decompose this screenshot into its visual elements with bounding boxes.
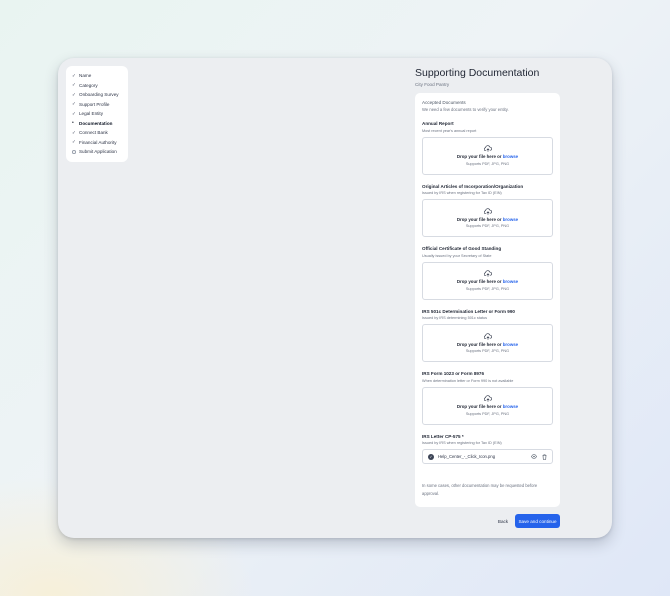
document-description: Most recent year's annual report xyxy=(422,128,477,133)
accepted-documents-description: We need a few documents to verify your e… xyxy=(422,107,509,112)
check-icon: ✓ xyxy=(72,110,76,116)
accepted-documents-heading: Accepted Documents xyxy=(422,100,466,105)
step-onboarding-survey[interactable]: ✓ Onboarding Survey xyxy=(72,90,122,100)
save-and-continue-button[interactable]: Save and continue xyxy=(515,514,560,528)
dropzone-prompt: Drop your file here or xyxy=(456,216,502,222)
step-label: Onboarding Survey xyxy=(79,92,119,98)
step-label: Connect Bank xyxy=(79,130,108,136)
eye-icon[interactable] xyxy=(531,454,537,459)
browse-link[interactable]: browse xyxy=(503,342,518,347)
check-icon: ✓ xyxy=(72,129,76,135)
supported-formats: Supports PDF, JPG, PNG xyxy=(465,224,510,229)
trash-icon[interactable] xyxy=(542,453,547,460)
document-description: Usually issued by your Secretary of Stat… xyxy=(422,253,492,258)
onboarding-steps: ✓ Name ✓ Category ✓ Onboarding Survey ✓ … xyxy=(66,66,128,162)
document-description: When determination letter or Form 990 is… xyxy=(422,378,514,383)
file-dropzone[interactable]: Drop your file here or browse Supports P… xyxy=(422,386,553,425)
browse-link[interactable]: browse xyxy=(503,404,518,409)
document-title: Official Certificate of Good Standing xyxy=(422,246,502,251)
back-button[interactable]: Back xyxy=(495,515,511,527)
step-support-profile[interactable]: ✓ Support Profile xyxy=(72,100,122,110)
step-label: Legal Entity xyxy=(79,111,104,117)
document-title: IRS Letter CP-575 * xyxy=(422,433,464,439)
current-dot-icon: • xyxy=(72,119,74,126)
uploaded-file-name: Help_Center_-_Click_Icon.png xyxy=(438,454,496,459)
document-section: Original Articles of Incorporation/Organ… xyxy=(422,183,553,237)
document-description: Issued by IRS when registering for Tax I… xyxy=(422,191,502,195)
document-section: Annual Report Most recent year's annual … xyxy=(422,121,553,175)
step-label: Documentation xyxy=(79,120,113,126)
check-circle-icon: ✓ xyxy=(428,453,434,460)
dropzone-prompt: Drop your file here or xyxy=(456,279,502,285)
file-dropzone[interactable]: Drop your file here or browse Supports P… xyxy=(422,199,553,237)
file-dropzone[interactable]: Drop your file here or browse Supports P… xyxy=(422,136,553,175)
supported-formats: Supports PDF, JPG, PNG xyxy=(465,411,510,416)
upload-cloud-icon xyxy=(483,270,492,278)
page-title: Supporting Documentation xyxy=(415,67,540,79)
step-legal-entity[interactable]: ✓ Legal Entity xyxy=(72,109,122,119)
browse-link[interactable]: browse xyxy=(503,154,518,159)
step-name[interactable]: ✓ Name xyxy=(72,71,122,81)
document-title: IRS 501c Determination Letter or Form 99… xyxy=(422,308,515,314)
step-label: Submit Application xyxy=(78,149,117,155)
supported-formats: Supports PDF, JPG, PNG xyxy=(465,161,510,166)
document-section: IRS Form 1023 or Form 8976 When determin… xyxy=(422,371,553,425)
check-icon: ✓ xyxy=(72,82,76,87)
dropzone-text: Drop your file here or browse xyxy=(457,342,518,347)
check-icon: ✓ xyxy=(72,139,76,144)
upload-cloud-icon xyxy=(483,145,492,153)
check-icon: ✓ xyxy=(72,91,76,97)
upload-cloud-icon xyxy=(483,208,492,215)
uploaded-file-row: ✓ Help_Center_-_Click_Icon.png xyxy=(422,449,553,464)
check-icon: ✓ xyxy=(72,101,76,106)
dropzone-prompt: Drop your file here or xyxy=(456,341,502,347)
browse-link[interactable]: browse xyxy=(503,217,518,222)
documents-card: Accepted Documents We need a few documen… xyxy=(415,93,560,507)
dropzone-prompt: Drop your file here or xyxy=(456,404,502,410)
document-description: Issued by IRS when registering for Tax I… xyxy=(422,441,502,445)
dropzone-prompt: Drop your file here or xyxy=(456,154,502,160)
step-label: Financial Authority xyxy=(79,139,117,145)
step-label: Support Profile xyxy=(79,101,110,107)
empty-circle-icon xyxy=(72,149,76,154)
dropzone-text: Drop your file here or browse xyxy=(457,154,518,159)
dropzone-text: Drop your file here or browse xyxy=(457,404,518,409)
step-label: Name xyxy=(79,73,92,79)
step-documentation[interactable]: • Documentation xyxy=(72,119,122,129)
supported-formats: Supports PDF, JPG, PNG xyxy=(465,349,510,354)
document-section: IRS 501c Determination Letter or Form 99… xyxy=(422,308,553,362)
file-dropzone[interactable]: Drop your file here or browse Supports P… xyxy=(422,261,553,300)
document-description: Issued by IRS determining 501c status xyxy=(422,316,488,320)
upload-cloud-icon xyxy=(483,333,492,340)
step-financial-authority[interactable]: ✓ Financial Authority xyxy=(72,138,122,148)
step-submit-application[interactable]: Submit Application xyxy=(72,147,122,157)
document-title: Original Articles of Incorporation/Organ… xyxy=(422,183,524,189)
page-subtitle: City Food Pantry xyxy=(415,82,450,87)
supported-formats: Supports PDF, JPG, PNG xyxy=(465,286,510,291)
document-title: Annual Report xyxy=(422,121,454,126)
browse-link[interactable]: browse xyxy=(503,279,518,284)
file-dropzone[interactable]: Drop your file here or browse Supports P… xyxy=(422,324,553,362)
upload-cloud-icon xyxy=(483,395,492,403)
check-icon: ✓ xyxy=(72,72,76,78)
dropzone-text: Drop your file here or browse xyxy=(457,279,518,284)
dropzone-text: Drop your file here or browse xyxy=(457,217,518,222)
step-category[interactable]: ✓ Category xyxy=(72,81,122,91)
document-title: IRS Form 1023 or Form 8976 xyxy=(422,371,485,376)
step-connect-bank[interactable]: ✓ Connect Bank xyxy=(72,128,122,138)
step-label: Category xyxy=(79,82,98,88)
app-window: ✓ Name ✓ Category ✓ Onboarding Survey ✓ … xyxy=(58,58,612,538)
document-section: Official Certificate of Good Standing Us… xyxy=(422,246,553,300)
uploaded-document-section: IRS Letter CP-575 * Issued by IRS when r… xyxy=(422,433,553,464)
additional-docs-note: In some cases, other documentation may b… xyxy=(422,483,538,496)
